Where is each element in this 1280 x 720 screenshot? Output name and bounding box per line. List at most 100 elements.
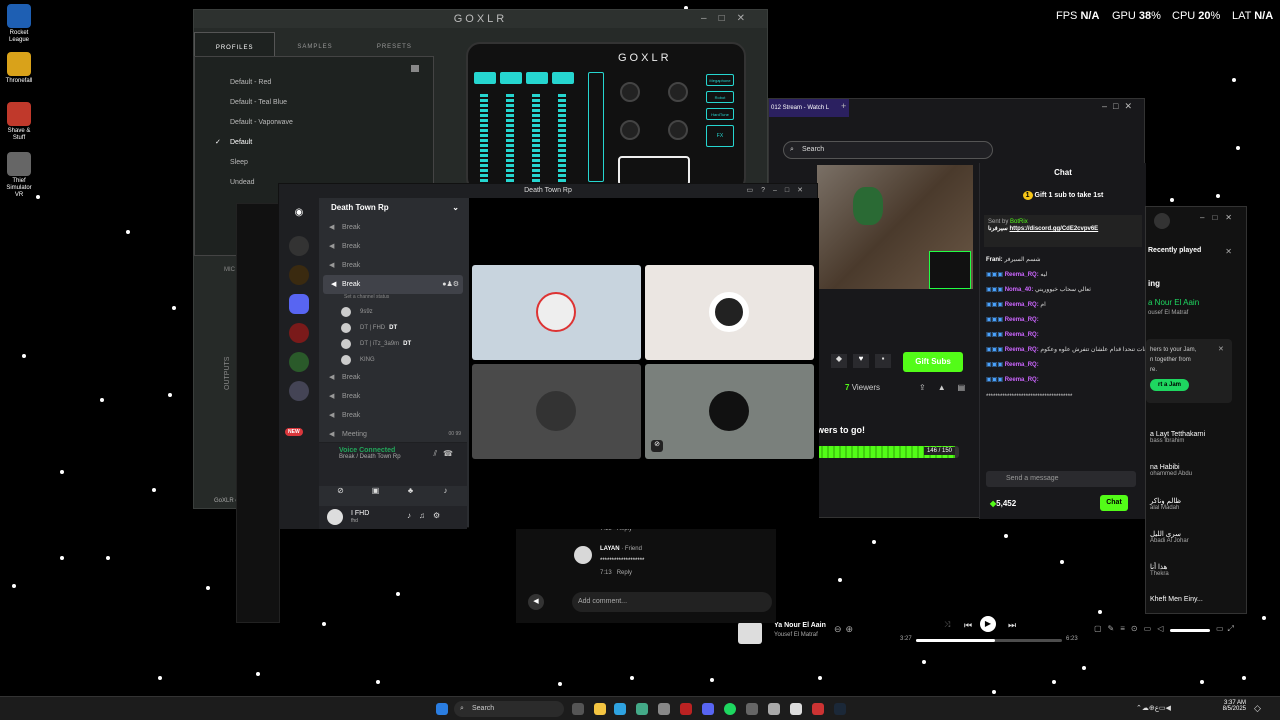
notification-bell-icon[interactable]: ◇ [1254,703,1261,714]
clock[interactable]: 3:37 AM 8/5/2025 [1206,700,1246,712]
window-controls[interactable]: –□✕ [1102,101,1138,112]
profile-item[interactable]: Sleep [195,153,433,173]
voice-user[interactable]: KING [319,352,467,368]
album-art[interactable] [738,622,762,644]
notification-bell-icon[interactable]: ◆ [831,354,847,368]
opera-icon[interactable] [680,703,692,715]
taskbar-search[interactable]: ⌕ Search [454,701,564,717]
voice-user[interactable]: DT | iTz_3a9m DT [319,336,467,352]
robot-button[interactable]: Robot [706,91,734,103]
voice-channel[interactable]: ◀ Break [319,256,467,275]
close-icon[interactable]: ✕ [1218,345,1224,353]
voice-user[interactable]: DT | FHD DT [319,320,467,336]
sample-pad[interactable] [618,156,690,186]
chat-send-button[interactable]: Chat [1100,495,1128,511]
add-comment-input[interactable]: Add comment... [572,592,772,612]
shuffle-icon[interactable]: ⤨ [944,620,950,630]
start-jam-button[interactable]: rt a Jam [1150,379,1190,391]
gift-banner[interactable]: 1 Gift 1 sub to take 1st [980,183,1146,209]
task-view-icon[interactable] [572,703,584,715]
start-icon[interactable] [436,703,448,715]
channel-action-icons[interactable]: ●♟⚙ [442,275,459,294]
edge-icon[interactable] [614,703,626,715]
queue-item[interactable]: a Layt Tetthakarni bass Ibrahim [1146,431,1248,464]
fader-mute-button[interactable] [474,72,496,84]
progress-bar[interactable] [916,639,1062,642]
window-controls[interactable]: ▭?–□✕ [747,186,812,194]
server-header[interactable]: Death Town Rp ⌄ [319,198,467,218]
megaphone-button[interactable]: Megaphone [706,74,734,86]
tab-profiles[interactable]: PROFILES [194,32,276,56]
fader-mute-button[interactable] [526,72,548,84]
volume-slider[interactable] [1170,629,1210,632]
discord-icon[interactable] [702,703,714,715]
folder-icon[interactable] [289,294,309,314]
app-icon[interactable] [812,703,824,715]
profile-item[interactable]: Default - Vaporwave [195,113,433,133]
fx-button-column[interactable] [588,72,604,182]
fx-button[interactable]: FX [706,125,734,147]
app-icon[interactable] [768,703,780,715]
server-icon[interactable] [289,323,309,343]
camera-off-icon[interactable]: ⊘ [325,486,356,500]
miniplayer-fullscreen-icons[interactable]: ▭⤢ [1216,624,1238,634]
send-message-input[interactable]: Send a message [986,471,1136,487]
knob[interactable] [620,120,640,140]
desktop-icon-thronefall[interactable]: Thronefall [4,52,34,85]
file-explorer-icon[interactable] [594,703,606,715]
new-tab-icon[interactable]: + [841,101,846,111]
queue-item[interactable]: na Habibi ohammed Abdu [1146,464,1248,497]
voice-controls[interactable]: ⫽☎ [433,449,459,459]
knob[interactable] [620,82,640,102]
participant-tile[interactable] [645,265,814,360]
voice-channel[interactable]: ◀ Break [319,387,467,406]
voice-channel[interactable]: ◀ Break [319,368,467,387]
queue-item[interactable]: سرى الليل Abadi Al Johar [1146,530,1248,563]
app-icon[interactable] [658,703,670,715]
fader-meter[interactable] [532,94,540,184]
queue-item[interactable]: ظالم وناكر alal Madah [1146,497,1248,530]
now-playing-title[interactable]: a Nour El Aain [1148,298,1199,307]
server-icon[interactable] [289,236,309,256]
soundboard-icon[interactable]: ♪ [430,486,461,500]
system-tray-icons[interactable]: ⌃☁⊕ع▭◀ [1136,704,1171,712]
knob[interactable] [668,82,688,102]
avatar[interactable] [574,546,592,564]
fader-mute-button[interactable] [500,72,522,84]
knob[interactable] [668,120,688,140]
player-extra-controls[interactable]: ▢✎≡⊙▭◁ [1094,624,1169,633]
server-icon[interactable] [289,381,309,401]
voice-channel[interactable]: ◀ Break [319,406,467,425]
reply-button[interactable]: Reply [617,570,632,576]
participant-tile[interactable] [472,265,641,360]
app-icon[interactable] [746,703,758,715]
voice-user[interactable]: 9s9z [319,304,467,320]
voice-channel[interactable]: ◀ Break [319,237,467,256]
profile-item[interactable]: Default - Red [195,73,433,93]
desktop-icon-shave-stuff[interactable]: Shave & Stuff [4,102,34,142]
avatar[interactable] [327,509,343,525]
now-playing-artist[interactable]: ousef El Matraf [1148,310,1188,316]
discord-home-icon[interactable]: ◉ [289,207,309,227]
screen-share-icon[interactable]: ▣ [360,486,391,500]
queue-item[interactable]: هذا أنا Thekra [1146,563,1248,596]
server-icon[interactable] [289,265,309,285]
share-report-icons[interactable]: ⇪▲▤ [919,383,977,392]
mic-headset-settings-icons[interactable]: ♪♫⚙ [407,511,448,520]
tab-samples[interactable]: SAMPLES [275,32,354,56]
close-icon[interactable]: ✕ [1225,247,1232,256]
search-input[interactable]: ⌕ Search [783,141,993,159]
desktop-icon-rocket-league[interactable]: Rocket League [4,4,34,44]
fader-meter[interactable] [480,94,488,184]
profile-item-selected[interactable]: ✓ Default [195,133,433,153]
participant-tile[interactable]: ⊘ [645,364,814,459]
window-controls[interactable]: –□✕ [701,13,757,24]
fader-mute-button[interactable] [552,72,574,84]
avatar[interactable] [1154,213,1170,229]
desktop-icon-thief-simulator[interactable]: Thief Simulator VR [4,152,34,199]
fader-meter[interactable] [558,94,566,184]
play-pause-button[interactable]: ▶ [980,616,996,632]
previous-icon[interactable]: ⏮ [964,620,972,631]
fader-meter[interactable] [506,94,514,184]
tab-presets[interactable]: PRESETS [355,32,434,56]
